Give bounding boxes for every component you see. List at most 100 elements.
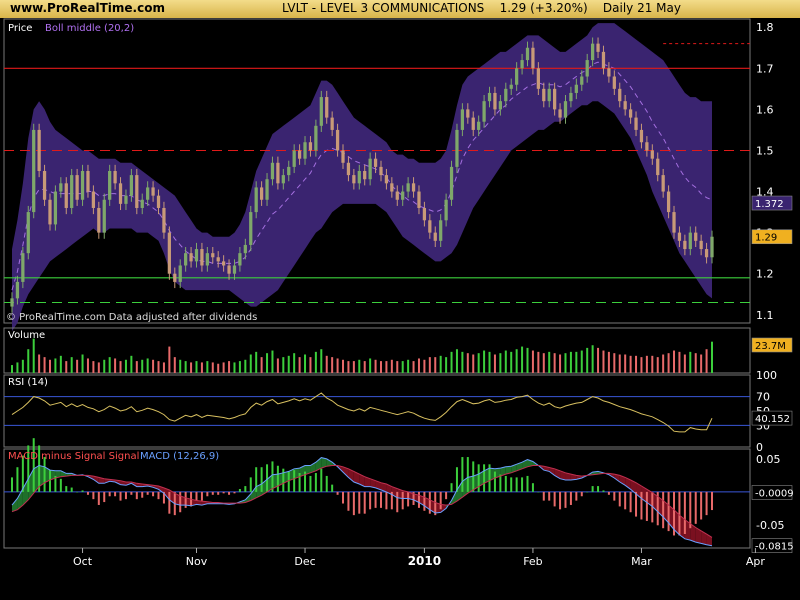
price-candle xyxy=(15,281,20,299)
volume-bar xyxy=(483,350,486,373)
volume-bar xyxy=(369,358,372,373)
volume-bar xyxy=(537,351,540,373)
volume-bar xyxy=(217,363,220,373)
volume-bar xyxy=(184,361,187,373)
macd-histogram-bar xyxy=(586,491,589,493)
macd-histogram-bar xyxy=(222,491,225,494)
macd-histogram-bar xyxy=(293,470,296,492)
volume-bar xyxy=(575,351,578,373)
price-candle xyxy=(140,199,144,208)
macd-histogram-bar xyxy=(325,475,328,492)
volume-bar xyxy=(477,353,480,373)
price-tick-label: 1.2 xyxy=(756,268,774,281)
rsi-last-value: 40.152 xyxy=(755,414,790,425)
macd-histogram-bar xyxy=(705,491,708,516)
volume-bar xyxy=(602,350,605,373)
volume-bar xyxy=(298,357,301,373)
volume-bar xyxy=(694,353,697,373)
volume-bar xyxy=(390,359,393,373)
price-candle xyxy=(498,101,502,110)
macd-panel-frame xyxy=(3,448,751,549)
volume-bar xyxy=(195,361,198,373)
price-candle xyxy=(173,273,177,282)
boll-middle-value: 1.372 xyxy=(755,199,784,210)
price-candle xyxy=(704,249,709,258)
volume-bar xyxy=(542,353,545,373)
macd-histogram-bar xyxy=(352,491,355,516)
macd-histogram-bar xyxy=(694,491,697,524)
price-candle xyxy=(612,76,616,89)
price-candle xyxy=(162,207,166,233)
macd-histogram-bar xyxy=(645,491,648,521)
price-candle xyxy=(156,195,161,208)
macd-histogram-bar xyxy=(537,491,540,493)
volume-bar xyxy=(282,357,285,373)
macd-histogram-bar xyxy=(510,477,513,492)
macd-histogram-bar xyxy=(521,477,524,492)
volume-bar xyxy=(515,349,518,373)
price-candle xyxy=(618,88,622,102)
volume-bar xyxy=(624,354,627,373)
volume-bar xyxy=(135,361,138,373)
volume-bar xyxy=(152,359,155,373)
price-candle xyxy=(319,97,323,126)
macd-histogram-bar xyxy=(342,491,345,504)
macd-histogram-bar xyxy=(640,491,643,520)
volume-bar xyxy=(287,355,290,373)
macd-histogram-bar xyxy=(260,467,263,492)
macd-histogram-bar xyxy=(358,491,361,514)
price-candle xyxy=(352,175,356,184)
macd-histogram-bar xyxy=(499,474,502,492)
volume-bar xyxy=(11,365,13,373)
macd-histogram-bar xyxy=(135,491,138,500)
price-candle xyxy=(281,175,285,184)
x-axis-label: Feb xyxy=(523,555,542,568)
macd-histogram-bar xyxy=(217,491,220,495)
macd-histogram-bar xyxy=(493,471,496,492)
volume-bar xyxy=(461,351,464,373)
price-candle xyxy=(75,175,79,200)
price-candle xyxy=(346,162,351,176)
volume-bar xyxy=(255,351,258,373)
volume-bar xyxy=(293,353,296,373)
volume-bar xyxy=(428,357,431,373)
volume-bar xyxy=(423,359,426,373)
price-candle xyxy=(86,171,90,192)
chart-canvas[interactable]: 1.11.21.31.41.51.61.71.81.3721.29PriceBo… xyxy=(0,0,800,600)
rsi-panel-frame xyxy=(3,374,751,448)
price-candle xyxy=(373,158,378,167)
price-candle xyxy=(515,68,519,85)
price-candle xyxy=(102,199,106,233)
volume-bar xyxy=(499,353,502,373)
price-candle xyxy=(297,150,302,159)
volume-bar xyxy=(531,350,534,373)
price-candle xyxy=(487,92,492,102)
price-candle xyxy=(232,265,237,274)
macd-last-value: -0.0815 xyxy=(755,542,794,553)
price-candle xyxy=(42,171,47,200)
price-candle xyxy=(449,166,454,200)
price-candle xyxy=(151,187,155,196)
volume-bar xyxy=(190,362,193,373)
macd-histogram-bar xyxy=(597,486,600,492)
volume-bar xyxy=(331,357,334,373)
macd-histogram-bar xyxy=(700,491,703,520)
macd-histogram-bar xyxy=(613,491,616,501)
volume-bar xyxy=(352,361,355,373)
macd-histogram-bar xyxy=(244,486,247,492)
volume-bar xyxy=(569,351,572,373)
volume-bar xyxy=(336,358,339,373)
volume-bar xyxy=(450,351,453,373)
volume-bar xyxy=(211,362,214,373)
price-tick-label: 1.1 xyxy=(756,309,774,322)
price-candle xyxy=(194,249,199,262)
macd-histogram-bar xyxy=(401,491,404,510)
volume-bar xyxy=(401,361,404,373)
volume-bar xyxy=(635,355,638,373)
volume-bar xyxy=(162,362,165,373)
volume-bar xyxy=(97,362,100,373)
macd-histogram-bar xyxy=(97,491,100,505)
macd-histogram-bar xyxy=(711,491,713,511)
last-price-value: 1.29 xyxy=(755,233,777,244)
macd-histogram-bar xyxy=(445,491,448,500)
